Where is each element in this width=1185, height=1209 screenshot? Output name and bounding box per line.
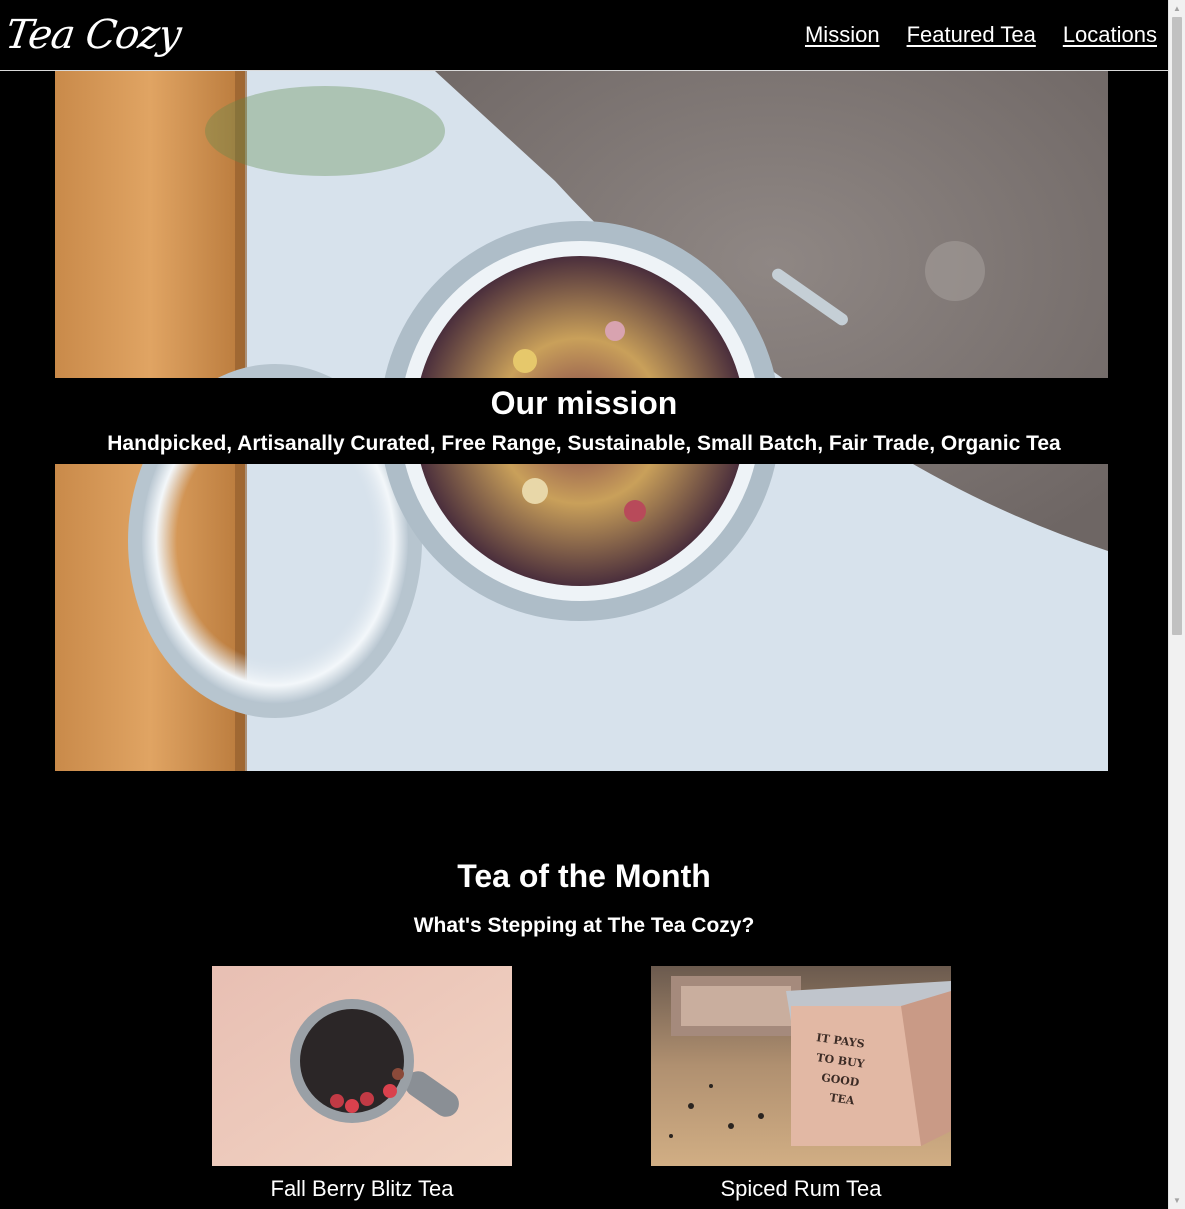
mission-subtitle: Handpicked, Artisanally Curated, Free Ra…: [107, 432, 1061, 455]
tea-card-fall-berry[interactable]: Fall Berry Blitz Tea: [212, 966, 512, 1202]
vertical-scrollbar[interactable]: ▲ ▼: [1168, 0, 1185, 1209]
triangle-up-icon[interactable]: ▲: [1169, 0, 1185, 17]
logo[interactable]: Tea Cozy: [2, 4, 185, 66]
main-nav: Mission Featured Tea Locations: [805, 22, 1157, 48]
tea-card-spiced-rum[interactable]: IT PAYS TO BUY GOOD TEA Spiced Rum Tea: [651, 966, 951, 1202]
mission-title: Our mission: [490, 385, 678, 421]
nav-link-featured-tea[interactable]: Featured Tea: [907, 22, 1036, 48]
tea-name: Fall Berry Blitz Tea: [270, 1176, 454, 1201]
fall-berry-photo: [212, 966, 512, 1166]
page-viewport: Tea Cozy Mission Featured Tea Locations: [0, 0, 1168, 1209]
triangle-down-icon[interactable]: ▼: [1169, 1192, 1185, 1209]
mission-section: Our mission Handpicked, Artisanally Cura…: [0, 378, 1168, 464]
spiced-rum-photo: IT PAYS TO BUY GOOD TEA: [651, 966, 951, 1166]
site-header: Tea Cozy Mission Featured Tea Locations: [0, 0, 1168, 71]
nav-link-locations[interactable]: Locations: [1063, 22, 1157, 48]
nav-link-mission[interactable]: Mission: [805, 22, 880, 48]
scrollbar-thumb[interactable]: [1172, 17, 1182, 635]
tea-name: Spiced Rum Tea: [720, 1176, 882, 1201]
tea-of-month-title: Tea of the Month: [457, 858, 711, 894]
tea-of-month-subtitle: What's Stepping at The Tea Cozy?: [413, 914, 755, 937]
